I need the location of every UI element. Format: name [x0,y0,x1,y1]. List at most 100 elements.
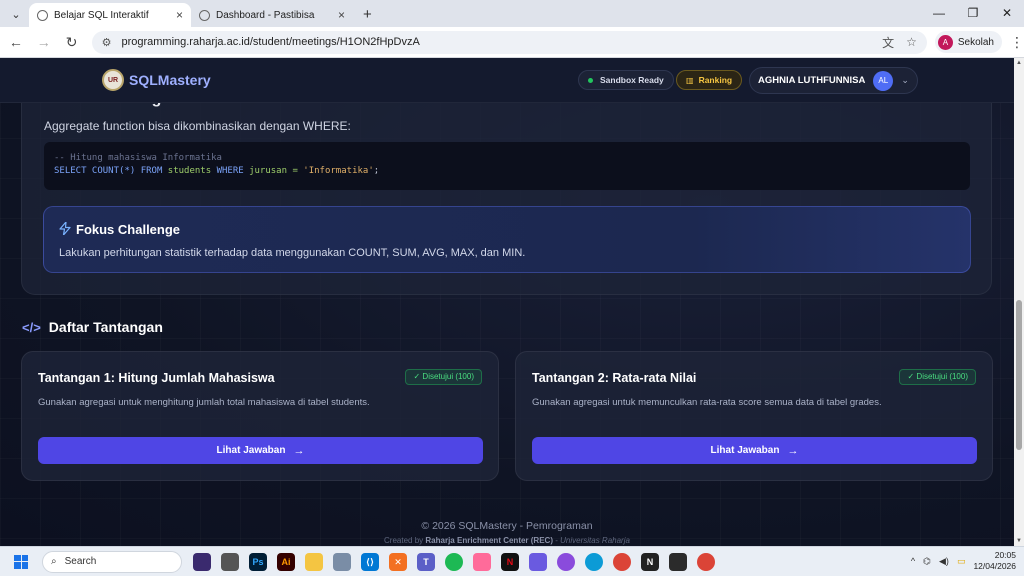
back-button[interactable]: ← [4,34,28,50]
code-string: 'Informatika' [303,166,374,176]
focus-challenge-box: Fokus Challenge Lakukan perhitungan stat… [43,206,971,273]
footer-created-prefix: Created by [384,536,424,545]
clock[interactable]: 20:05 12/04/2026 [973,550,1016,572]
task-view-icon[interactable] [221,552,239,571]
code-line: SELECT COUNT(*) FROM students WHERE juru… [54,165,960,178]
photoshop-icon[interactable]: Ps [249,552,267,571]
footer-copyright: © 2026 SQLMastery - Pemrograman [421,520,593,532]
page-scrollbar[interactable]: ▲ ▼ [1014,58,1024,546]
status-dot-icon [588,77,593,83]
illustrator-icon[interactable]: Ai [277,552,295,571]
ranking-button[interactable]: ▥ Ranking [676,70,743,90]
notion-icon[interactable]: N [641,552,659,571]
challenge-description: Gunakan agregasi untuk menghitung jumlah… [38,397,370,408]
app-icon[interactable] [529,552,547,571]
challenge-title: Tantangan 2: Rata-rata Nilai [532,371,697,385]
brand[interactable]: UR SQLMastery [102,69,211,91]
lesson-description: Aggregate function bisa dikombinasikan d… [44,119,351,133]
forward-button[interactable]: → [32,34,56,50]
window-controls: — ❐ ✕ [922,0,1024,27]
code-keyword: WHERE [216,166,244,176]
new-tab-button[interactable]: + [363,6,372,23]
lightning-icon [59,221,71,238]
app-header: UR SQLMastery Sandbox Ready ▥ Ranking AG… [0,58,1014,103]
scroll-up-icon[interactable]: ▲ [1014,60,1024,66]
code-end: ; [373,166,380,176]
minimize-button[interactable]: — [922,0,956,27]
site-info-icon[interactable]: ⚙ [102,36,112,49]
bar-chart-icon: ▥ [686,75,694,85]
tab-search-button[interactable]: ⌄ [5,4,27,24]
code-column: jurusan = [249,166,298,176]
avatar: A [937,34,953,50]
tab-title: Belajar SQL Interaktif [54,9,149,21]
close-icon[interactable]: × [338,8,345,22]
reload-button[interactable]: ↻ [60,34,84,51]
challenge-title: Tantangan 1: Hitung Jumlah Mahasiswa [38,371,275,385]
xampp-icon[interactable]: ✕ [389,552,407,571]
menu-icon[interactable]: ⋮ [1010,34,1024,51]
network-icon[interactable]: ⌬ [923,556,931,567]
widgets-icon[interactable] [193,552,211,571]
challenge-description: Gunakan agregasi untuk memunculkan rata-… [532,397,882,408]
volume-icon[interactable]: ◀) [939,556,949,567]
view-answer-button[interactable]: Lihat Jawaban → [38,437,483,464]
address-bar[interactable]: ⚙ programming.raharja.ac.id/student/meet… [91,30,927,54]
university-logo-icon: UR [102,69,124,91]
challenge-card: Tantangan 2: Rata-rata Nilai ✓ Disetujui… [515,351,993,481]
vscode-icon[interactable]: ⟨⟩ [361,552,379,571]
tab-dashboard[interactable]: Dashboard - Pastibisa × [191,3,353,27]
taskbar-search[interactable]: ⌕ Search [42,550,182,573]
scroll-down-icon[interactable]: ▼ [1014,538,1024,544]
page-content: 3. COUNT dengan Kondisi Aggregate functi… [0,58,1014,546]
spotify-icon[interactable] [445,552,463,571]
code-table: students [167,166,212,176]
close-window-button[interactable]: ✕ [990,0,1024,27]
chrome-icon[interactable] [613,552,631,571]
user-menu[interactable]: AGHNIA LUTHFUNNISA AL ⌄ [749,67,918,94]
footer-university[interactable]: Universitas Raharja [560,536,630,545]
maximize-button[interactable]: ❐ [956,0,990,27]
app-icon[interactable] [669,552,687,571]
search-placeholder: Search [64,556,97,567]
app-icon[interactable] [557,552,575,571]
footer-credits: Created by Raharja Enrichment Center (RE… [0,536,1014,545]
system-tray: ^ ⌬ ◀) ▭ 20:05 12/04/2026 [911,550,1016,572]
translate-icon[interactable]: 文 [882,34,894,51]
battery-icon[interactable]: ▭ [957,556,966,567]
view-answer-button[interactable]: Lihat Jawaban → [532,437,977,464]
footer-created-by[interactable]: Raharja Enrichment Center (REC) [425,536,553,545]
chrome-profile-icon[interactable] [697,552,715,571]
package-icon[interactable] [333,552,351,571]
status-badge: ✓ Disetujui (100) [405,369,482,385]
footer-separator: - [555,536,558,545]
arrow-right-icon: → [787,444,799,457]
scrollbar-thumb[interactable] [1016,300,1022,450]
url-text[interactable]: programming.raharja.ac.id/student/meetin… [121,36,870,48]
edge-icon[interactable] [585,552,603,571]
brand-name: SQLMastery [129,72,211,88]
ranking-label: Ranking [698,75,733,85]
browser-toolbar: ← → ↻ ⚙ programming.raharja.ac.id/studen… [0,27,1024,58]
avatar: AL [873,70,894,91]
file-explorer-icon[interactable] [305,552,323,571]
copilot-icon[interactable] [473,552,491,571]
date: 12/04/2026 [973,561,1016,571]
globe-icon [199,9,210,21]
chevron-up-icon[interactable]: ^ [911,556,915,566]
user-name: AGHNIA LUTHFUNNISA [758,75,866,86]
netflix-icon[interactable]: N [501,552,519,571]
tab-belajar-sql[interactable]: Belajar SQL Interaktif × [29,3,191,27]
sandbox-status-badge: Sandbox Ready [578,70,674,90]
close-icon[interactable]: × [176,8,183,22]
time: 20:05 [994,550,1016,560]
search-icon: ⌕ [51,556,57,567]
bookmark-star-icon[interactable]: ☆ [906,35,917,49]
teams-icon[interactable]: T [417,552,435,571]
windows-start-icon[interactable] [14,554,28,569]
challenge-card: Tantangan 1: Hitung Jumlah Mahasiswa ✓ D… [21,351,499,481]
taskbar: ⌕ Search Ps Ai ⟨⟩ ✕ T N N ^ ⌬ ◀) ▭ 20:05… [0,546,1024,576]
status-badge: ✓ Disetujui (100) [899,369,976,385]
taskbar-apps: Ps Ai ⟨⟩ ✕ T N N [188,552,720,571]
profile-button[interactable]: A Sekolah [934,31,1002,53]
